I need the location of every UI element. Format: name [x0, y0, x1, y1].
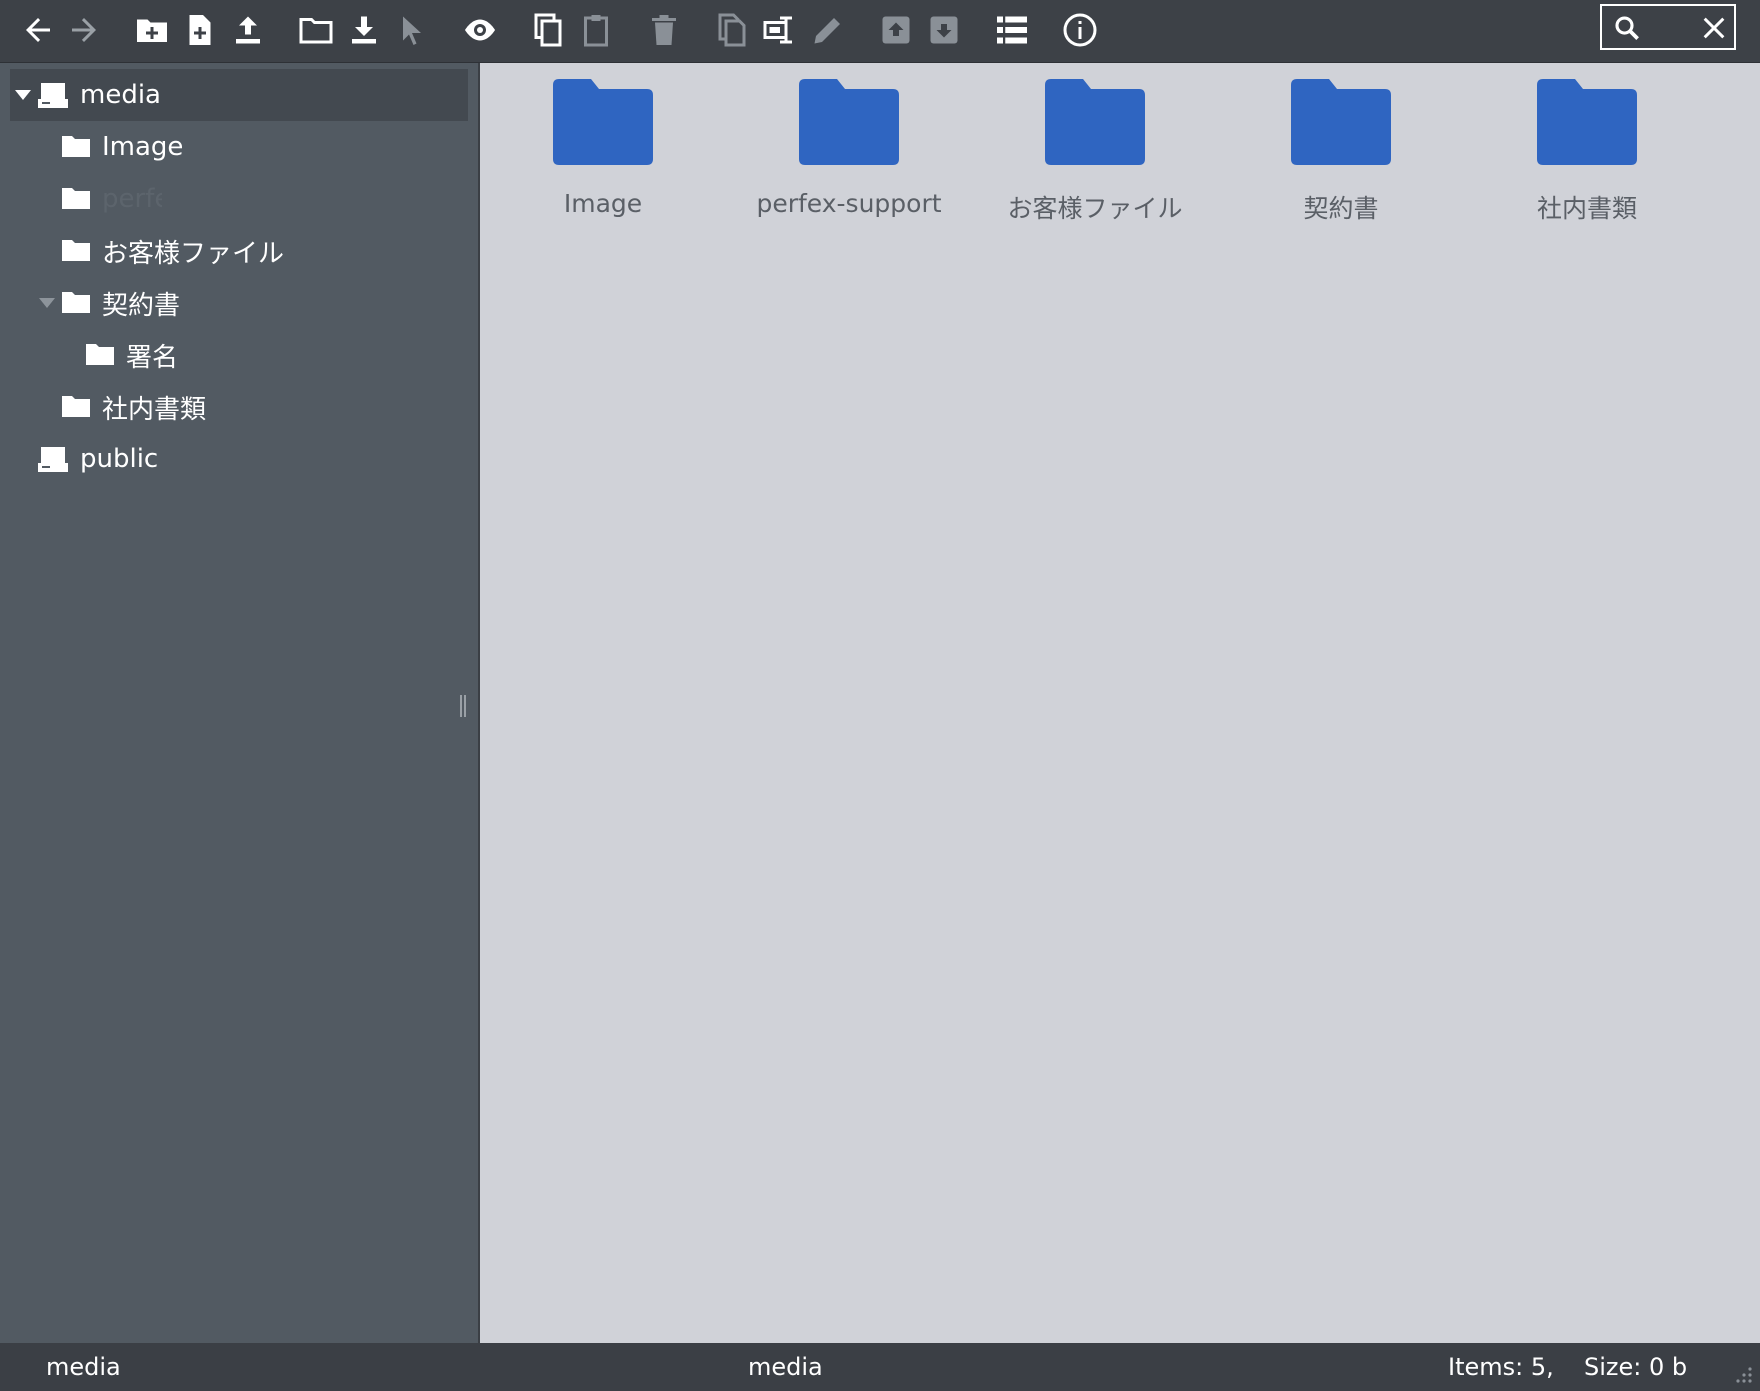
tree-item-label: public — [80, 444, 159, 474]
new-file-icon[interactable] — [178, 8, 222, 52]
resize-grip-icon[interactable] — [1730, 1361, 1754, 1385]
tree-item-image[interactable]: Image — [10, 121, 468, 173]
caret-down-icon[interactable] — [14, 88, 32, 102]
drive-icon — [38, 447, 68, 472]
search-box — [1600, 4, 1736, 50]
edit-pencil-icon[interactable] — [806, 8, 850, 52]
trash-icon[interactable] — [642, 8, 686, 52]
tree-item-label: 署名 — [126, 342, 179, 373]
tree-item-label: 契約書 — [102, 290, 181, 321]
archive-icon[interactable] — [874, 8, 918, 52]
status-bar: media media Items: 5, Size: 0 b — [0, 1343, 1760, 1391]
tree-item-media[interactable]: media — [10, 69, 468, 121]
folder-tree-sidebar: media Image perfex-support お客様ファイル 契約書 署… — [0, 63, 480, 1343]
tree-item-contracts[interactable]: 契約書 — [10, 277, 468, 329]
forward-arrow-icon[interactable] — [62, 8, 106, 52]
tree-item-customer-files[interactable]: お客様ファイル — [10, 225, 468, 277]
duplicate-icon[interactable] — [710, 8, 754, 52]
folder-icon — [62, 292, 90, 313]
folder-icon — [86, 344, 114, 365]
status-item-count: Items: 5, — [1448, 1353, 1554, 1381]
folder-icon — [799, 79, 899, 165]
new-folder-icon[interactable] — [130, 8, 174, 52]
folder-icon — [62, 240, 90, 261]
folder-icon — [62, 136, 90, 157]
drive-icon — [38, 83, 68, 108]
upload-icon[interactable] — [226, 8, 270, 52]
folder-item-internal-docs[interactable]: 社内書類 — [1464, 73, 1710, 273]
back-arrow-icon[interactable] — [16, 8, 60, 52]
open-folder-icon[interactable] — [294, 8, 338, 52]
tree-item-label: お客様ファイル — [102, 238, 285, 269]
tree-item-label: 社内書類 — [102, 394, 207, 425]
resize-handle[interactable] — [459, 695, 467, 717]
extract-icon[interactable] — [922, 8, 966, 52]
folder-item-contracts[interactable]: 契約書 — [1218, 73, 1464, 273]
folder-label: お客様ファイル — [1007, 194, 1183, 223]
tree-item-signatures[interactable]: 署名 — [10, 329, 468, 381]
tree-item-label: media — [80, 80, 161, 110]
tree-item-label: perfex-support — [102, 184, 162, 214]
folder-label: perfex-support — [756, 189, 942, 218]
folder-icon — [1045, 79, 1145, 165]
search-icon[interactable] — [1612, 13, 1642, 43]
copy-icon[interactable] — [526, 8, 570, 52]
folder-label: 社内書類 — [1536, 194, 1637, 223]
select-cursor-icon[interactable] — [390, 8, 434, 52]
folder-label: Image — [563, 189, 643, 218]
status-path: media — [46, 1353, 121, 1381]
download-icon[interactable] — [342, 8, 386, 52]
preview-eye-icon[interactable] — [458, 8, 502, 52]
status-size: Size: 0 b — [1584, 1353, 1688, 1381]
folder-item-image[interactable]: Image — [480, 73, 726, 273]
status-current-folder: media — [748, 1353, 823, 1381]
folder-icon — [62, 396, 90, 417]
tree-item-perfex-support[interactable]: perfex-support — [10, 173, 468, 225]
folder-icon — [553, 79, 653, 165]
rename-icon[interactable] — [758, 8, 802, 52]
info-icon[interactable] — [1058, 8, 1102, 52]
tree-item-public[interactable]: public — [10, 433, 468, 485]
folder-label: 契約書 — [1303, 194, 1379, 223]
folder-icon — [1291, 79, 1391, 165]
close-icon[interactable] — [1698, 12, 1730, 44]
search-input[interactable] — [1646, 12, 1694, 44]
list-view-icon[interactable] — [990, 8, 1034, 52]
folder-item-customer-files[interactable]: お客様ファイル — [972, 73, 1218, 273]
paste-clipboard-icon[interactable] — [574, 8, 618, 52]
tree-item-label: Image — [102, 132, 184, 162]
folder-icon — [1537, 79, 1637, 165]
toolbar — [0, 0, 1760, 63]
tree-item-internal-docs[interactable]: 社内書類 — [10, 381, 468, 433]
caret-down-icon[interactable] — [38, 296, 56, 310]
folder-icon — [62, 188, 90, 209]
file-grid: Image perfex-support お客様ファイル 契約書 社内書類 — [480, 63, 1760, 1343]
folder-item-perfex-support[interactable]: perfex-support — [726, 73, 972, 273]
